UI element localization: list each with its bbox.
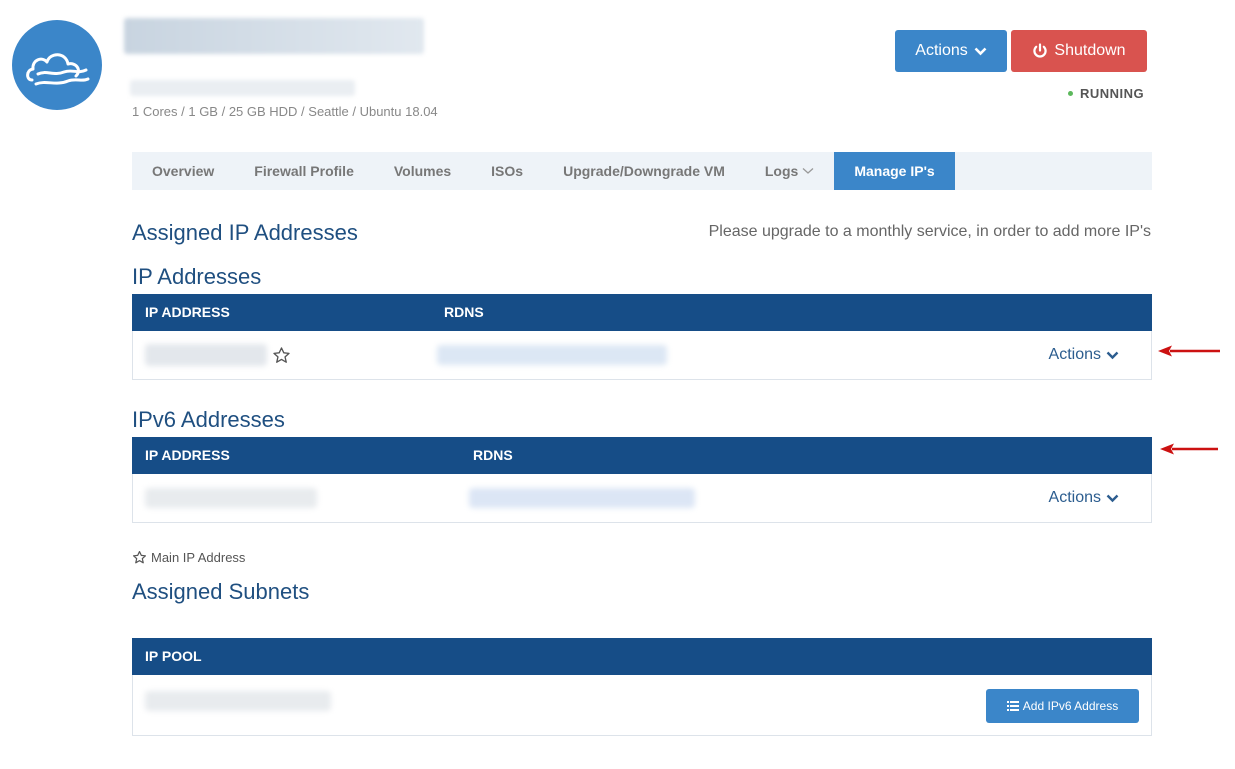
table-row: Actions [132, 331, 1152, 380]
shutdown-button[interactable]: Shutdown [1011, 30, 1147, 72]
ipv6-row-actions-dropdown[interactable]: Actions [1049, 489, 1119, 507]
ip-addresses-title: IP Addresses [132, 264, 262, 289]
tab-overview[interactable]: Overview [132, 152, 234, 190]
tab-logs[interactable]: Logs [745, 152, 834, 190]
status-dot-icon [1068, 91, 1073, 96]
star-outline-icon[interactable] [272, 346, 291, 365]
subnets-table-header: IP POOL [132, 638, 1152, 675]
status-text: RUNNING [1080, 86, 1145, 101]
chevron-down-icon [1106, 494, 1119, 502]
server-name-redacted [124, 18, 424, 54]
upgrade-notice: Please upgrade to a monthly service, in … [708, 223, 1151, 240]
ipv4-col-ip: IP ADDRESS [145, 304, 230, 320]
row-actions-label: Actions [1048, 346, 1101, 363]
list-icon [1006, 701, 1019, 711]
star-outline-icon [132, 550, 147, 564]
add-ipv6-address-label: Add IPv6 Address [1022, 699, 1119, 713]
chevron-down-icon [802, 168, 814, 174]
ip-pool-redacted [145, 691, 331, 711]
subnets-col-ip-pool: IP POOL [145, 648, 202, 664]
ipv6-col-ip: IP ADDRESS [145, 447, 230, 463]
main-ip-legend-label: Main IP Address [151, 550, 246, 565]
ipv6-table-header: IP ADDRESS RDNS [132, 437, 1152, 474]
cloud-logo-icon [26, 53, 90, 86]
actions-dropdown-button[interactable]: Actions [895, 30, 1007, 72]
tab-volumes[interactable]: Volumes [374, 152, 471, 190]
ipv6-rdns-redacted [469, 488, 695, 508]
tab-bar: Overview Firewall Profile Volumes ISOs U… [132, 152, 1152, 190]
actions-button-label: Actions [915, 42, 968, 59]
tab-firewall-profile[interactable]: Firewall Profile [234, 152, 374, 190]
power-icon [1033, 43, 1048, 58]
chevron-down-icon [974, 47, 987, 55]
shutdown-button-label: Shutdown [1054, 42, 1126, 59]
table-row: Actions [132, 474, 1152, 523]
server-specs: 1 Cores / 1 GB / 25 GB HDD / Seattle / U… [132, 104, 438, 119]
ipv6-col-rdns: RDNS [473, 447, 513, 463]
ipv6-address-redacted [145, 488, 317, 508]
tab-isos[interactable]: ISOs [471, 152, 543, 190]
tab-manage-ips[interactable]: Manage IP's [834, 152, 955, 190]
chevron-down-icon [1106, 351, 1119, 359]
red-arrow-left-icon [1158, 345, 1220, 357]
ipv6-addresses-title: IPv6 Addresses [132, 407, 285, 432]
red-arrow-left-icon [1160, 443, 1218, 455]
assigned-ip-title: Assigned IP Addresses [132, 220, 358, 245]
server-hostname-redacted [130, 80, 355, 96]
ipv4-row-actions-dropdown[interactable]: Actions [1049, 346, 1119, 364]
status-badge: RUNNING [1068, 86, 1144, 101]
ipv4-rdns-redacted [437, 345, 667, 365]
row-actions-label: Actions [1048, 489, 1101, 506]
main-ip-legend: Main IP Address [132, 550, 245, 565]
tab-upgrade-downgrade-vm[interactable]: Upgrade/Downgrade VM [543, 152, 745, 190]
assigned-subnets-title: Assigned Subnets [132, 579, 310, 604]
cloud-logo [12, 20, 102, 110]
add-ipv6-address-button[interactable]: Add IPv6 Address [986, 689, 1139, 723]
ipv4-address-redacted [145, 344, 267, 366]
ipv4-table-header: IP ADDRESS RDNS [132, 294, 1152, 331]
ipv4-col-rdns: RDNS [444, 304, 484, 320]
